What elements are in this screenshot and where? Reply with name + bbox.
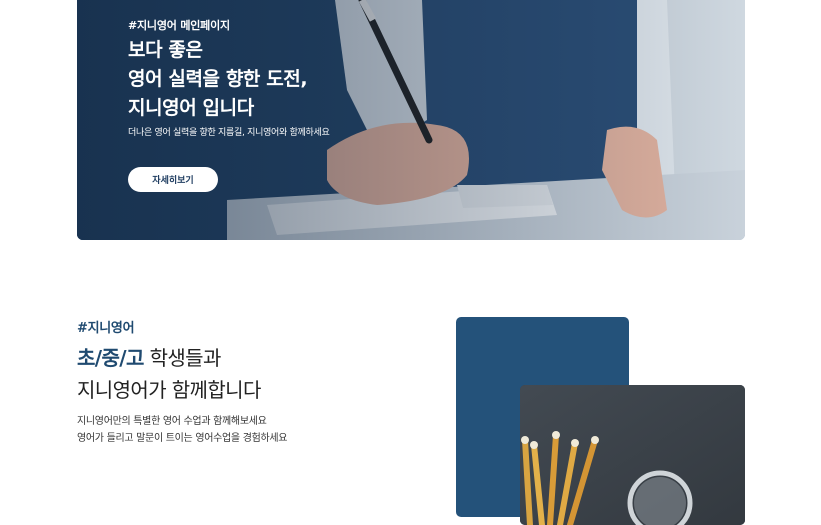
hero-title-line: 영어 실력을 향한 도전, xyxy=(128,68,308,90)
hero-tag: #지니영어 메인페이지 xyxy=(128,19,230,32)
hero-banner: #지니영어 메인페이지 보다 좋은 영어 실력을 향한 도전, 지니영어 입니다… xyxy=(77,0,745,240)
intro-description: 지니영어만의 특별한 영어 수업과 함께해보세요 영어가 들리고 말문이 트이는… xyxy=(77,413,288,447)
intro-title: 초/중/고 학생들과 지니영어가 함께합니다 xyxy=(77,342,261,406)
hero-title: 보다 좋은 영어 실력을 향한 도전, 지니영어 입니다 xyxy=(128,36,308,123)
hero-title-line: 지니영어 입니다 xyxy=(128,97,254,119)
hero-subtitle: 더나은 영어 실력을 향한 지름길, 지니영어와 함께하세요 xyxy=(128,128,330,138)
intro-title-accent: 초/중/고 xyxy=(77,346,144,370)
pencils-photo xyxy=(520,385,745,525)
intro-description-line: 지니영어만의 특별한 영어 수업과 함께해보세요 xyxy=(77,416,267,427)
hero-title-line: 보다 좋은 xyxy=(128,39,203,61)
pencils-illustration xyxy=(520,385,745,525)
view-more-button[interactable]: 자세히보기 xyxy=(128,167,218,192)
intro-title-rest: 학생들과 xyxy=(143,346,222,370)
intro-title-line: 초/중/고 학생들과 xyxy=(77,342,261,374)
intro-title-line: 지니영어가 함께합니다 xyxy=(77,378,261,402)
intro-tag: #지니영어 xyxy=(77,321,135,336)
intro-description-line: 영어가 들리고 말문이 트이는 영어수업을 경험하세요 xyxy=(77,433,288,444)
